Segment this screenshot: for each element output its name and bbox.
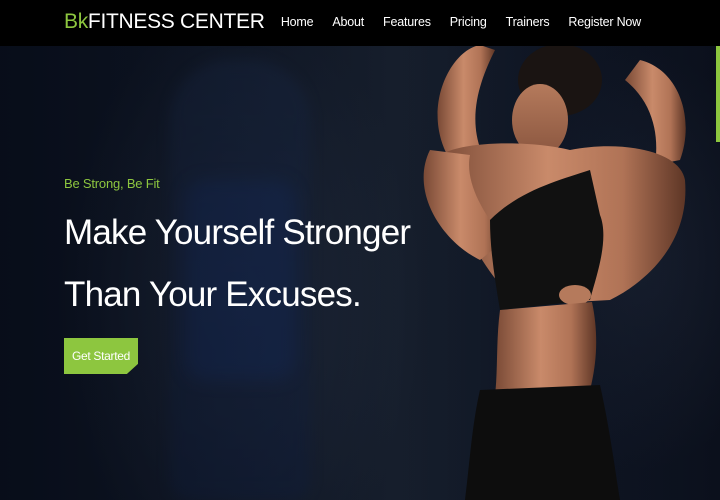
top-navbar: BkFITNESS CENTER Home About Features Pri… — [0, 0, 720, 46]
hero-headline-line-1: Make Yourself Stronger — [64, 213, 411, 252]
nav-item-register-now[interactable]: Register Now — [568, 15, 641, 29]
hero-tagline: Be Strong, Be Fit — [64, 176, 160, 191]
nav-item-about[interactable]: About — [332, 15, 364, 29]
nav-item-trainers[interactable]: Trainers — [506, 15, 550, 29]
nav-item-home[interactable]: Home — [281, 15, 314, 29]
nav-item-pricing[interactable]: Pricing — [450, 15, 487, 29]
get-started-button[interactable]: Get Started — [64, 338, 138, 374]
nav-links: Home About Features Pricing Trainers Reg… — [262, 15, 641, 29]
hero-headline: Make Yourself Stronger Than Your Excuses… — [64, 202, 411, 326]
brand-logo[interactable]: BkFITNESS CENTER — [64, 10, 265, 34]
hero-athlete-image — [423, 44, 686, 500]
brand-name: FITNESS CENTER — [87, 10, 265, 33]
hero-text-block: Be Strong, Be Fit Make Yourself Stronger… — [64, 176, 411, 326]
nav-item-features[interactable]: Features — [383, 15, 431, 29]
hero-headline-line-2: Than Your Excuses. — [64, 275, 362, 314]
scroll-indicator — [716, 46, 720, 142]
brand-prefix: Bk — [64, 10, 88, 33]
